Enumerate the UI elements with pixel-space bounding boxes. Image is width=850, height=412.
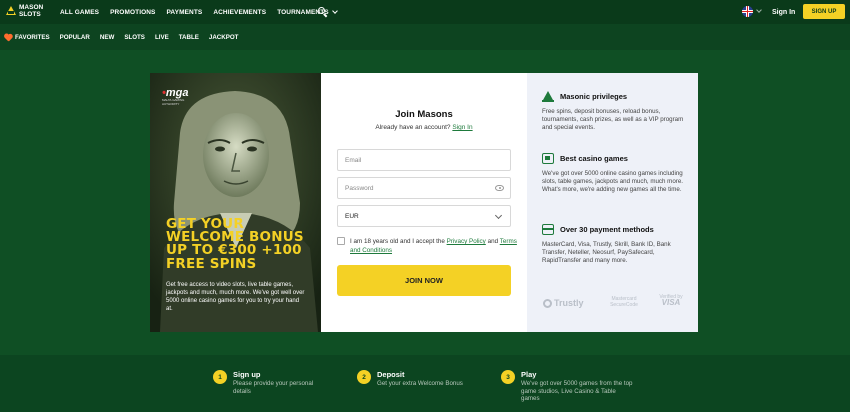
nav-popular[interactable]: POPULAR [60, 34, 90, 41]
mga-logo: •mga MALTA GAMING AUTHORITY [162, 87, 192, 106]
step-deposit: 2 Deposit Get your extra Welcome Bonus [357, 370, 467, 388]
search-icon[interactable] [318, 7, 328, 18]
step-title: Sign up [233, 370, 261, 379]
benefits-panel: Masonic privileges Free spins, deposit b… [527, 73, 698, 332]
step-description: Please provide your personal details [233, 380, 314, 395]
benefit-title: Masonic privileges [560, 92, 628, 101]
step-description: Get your extra Welcome Bonus [377, 380, 463, 387]
nav-promotions[interactable]: PROMOTIONS [110, 9, 155, 16]
email-placeholder: Email [345, 156, 362, 164]
promo-headline: GET YOUR WELCOME BONUS UP TO €300 +100 F… [166, 217, 316, 272]
nav-jackpot[interactable]: JACKPOT [209, 34, 239, 41]
benefit-title: Over 30 payment methods [560, 225, 654, 234]
payment-logos: Trustly Mastercard SecureCode Verified b… [543, 294, 693, 312]
currency-select[interactable]: EUR [337, 205, 511, 227]
consent-text: I am 18 years old and I accept the Priva… [350, 237, 520, 255]
uk-flag-icon [742, 6, 753, 17]
benefit-title: Best casino games [560, 154, 628, 163]
step-number: 2 [357, 370, 371, 384]
verified-by-visa-logo: Verified by VISA [659, 294, 683, 307]
promo-description: Get free access to video slots, live tab… [166, 282, 305, 312]
consent-and: and [487, 238, 499, 245]
benefit-payment-methods: Over 30 payment methods MasterCard, Visa… [542, 224, 692, 266]
benefit-text: We've got over 5000 online casino games … [542, 170, 684, 194]
nav-favorites-label: FAVORITES [15, 33, 50, 41]
step-description: We've got over 5000 games from the top g… [521, 380, 633, 402]
top-navigation-bar: MASON SLOTS ALL GAMES PROMOTIONS PAYMENT… [0, 0, 850, 24]
step-sign-up: 1 Sign up Please provide your personal d… [213, 370, 323, 395]
nav-achievements[interactable]: ACHIEVEMENTS [213, 9, 266, 16]
step-play: 3 Play We've got over 5000 games from th… [501, 370, 636, 403]
brand-logo[interactable]: MASON SLOTS [6, 4, 43, 18]
nav-favorites[interactable]: FAVORITES [4, 34, 50, 41]
form-subtitle: Already have an account? Sign In [321, 124, 527, 131]
payment-card-icon [542, 224, 554, 235]
nav-new[interactable]: NEW [100, 34, 114, 41]
game-category-nav: FAVORITES POPULAR NEW SLOTS LIVE TABLE J… [0, 24, 850, 50]
nav-tournaments-dropdown[interactable]: TOURNAMENTS [277, 7, 338, 16]
benefit-best-casino-games: Best casino games We've got over 5000 on… [542, 153, 692, 195]
step-number: 3 [501, 370, 515, 384]
trustly-logo: Trustly [543, 298, 584, 308]
age-consent-checkbox[interactable] [337, 237, 345, 245]
eye-icon[interactable] [495, 185, 504, 191]
chevron-down-icon [494, 211, 503, 220]
chevron-down-icon [756, 7, 762, 13]
sign-in-link[interactable]: Sign In [772, 0, 795, 24]
logo-line-1: MASON [19, 4, 44, 11]
chevron-down-icon [331, 7, 338, 14]
mastercard-securecode-logo: Mastercard SecureCode [610, 296, 638, 308]
password-field[interactable]: Password [337, 177, 511, 199]
headline-line-4: FREE SPINS [166, 255, 257, 272]
nav-all-games[interactable]: ALL GAMES [60, 9, 99, 16]
logo-line-2: SLOTS [19, 11, 41, 18]
step-title: Play [521, 370, 537, 379]
nav-payments[interactable]: PAYMENTS [166, 9, 202, 16]
signup-form: Join Masons Already have an account? Sig… [321, 73, 527, 332]
nav-table[interactable]: TABLE [179, 34, 199, 41]
consent-intro: I am 18 years old and I accept the [350, 238, 445, 245]
already-have-account-text: Already have an account? [375, 124, 451, 131]
join-now-button[interactable]: JOIN NOW [337, 265, 511, 296]
pyramid-icon [542, 91, 554, 102]
nav-slots[interactable]: SLOTS [124, 34, 145, 41]
benefit-masonic-privileges: Masonic privileges Free spins, deposit b… [542, 91, 692, 133]
language-selector[interactable] [742, 6, 762, 17]
main-nav: ALL GAMES PROMOTIONS PAYMENTS ACHIEVEMEN… [60, 0, 338, 24]
heart-icon [4, 34, 12, 41]
promo-panel: •mga MALTA GAMING AUTHORITY GET YOUR WEL… [150, 73, 321, 332]
sign-up-button[interactable]: SIGN UP [803, 4, 845, 19]
mga-subtitle: MALTA GAMING AUTHORITY [162, 98, 185, 106]
email-field[interactable]: Email [337, 149, 511, 171]
privacy-policy-link[interactable]: Privacy Policy [447, 238, 486, 245]
form-title: Join Masons [395, 109, 453, 120]
trustly-icon [543, 298, 552, 308]
step-number: 1 [213, 370, 227, 384]
form-sign-in-link[interactable]: Sign In [452, 124, 472, 131]
benefit-text: MasterCard, Visa, Trustly, Skrill, Bank … [542, 241, 671, 265]
casino-games-icon [542, 153, 554, 164]
pyramid-logo-icon [6, 4, 16, 18]
step-title: Deposit [377, 370, 405, 379]
currency-value: EUR [345, 212, 359, 220]
benefit-text: Free spins, deposit bonuses, reload bonu… [542, 108, 684, 132]
password-placeholder: Password [345, 184, 374, 192]
nav-live[interactable]: LIVE [155, 34, 169, 41]
